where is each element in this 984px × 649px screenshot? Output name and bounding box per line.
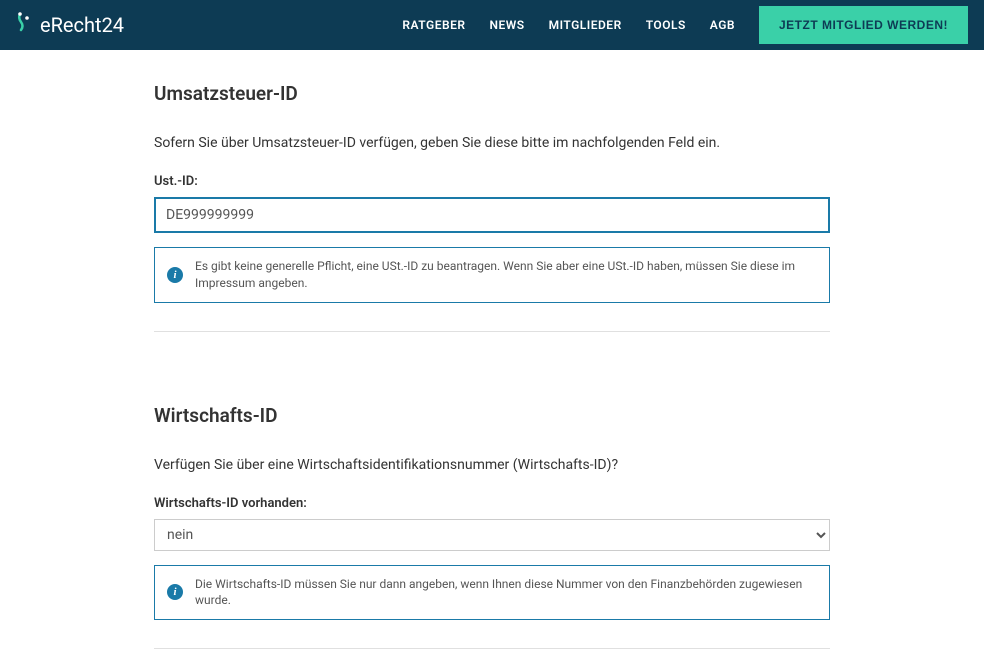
navbar: eRecht24 RATGEBER NEWS MITGLIEDER TOOLS … <box>0 0 984 50</box>
section-desc-wirtschafts: Verfügen Sie über eine Wirtschaftsidenti… <box>154 455 830 476</box>
ust-id-input[interactable] <box>154 197 830 233</box>
section-title-wirtschafts: Wirtschafts-ID <box>154 404 830 427</box>
spacer <box>154 332 830 372</box>
nav-tools[interactable]: TOOLS <box>646 18 686 32</box>
info-text-umsatzsteuer: Es gibt keine generelle Pflicht, eine US… <box>195 258 817 292</box>
wirtschafts-id-select[interactable]: nein <box>154 519 830 551</box>
nav-news[interactable]: NEWS <box>489 18 524 32</box>
info-text-wirtschafts: Die Wirtschafts-ID müssen Sie nur dann a… <box>195 576 817 610</box>
info-icon: i <box>167 584 183 600</box>
section-desc-umsatzsteuer: Sofern Sie über Umsatzsteuer-ID verfügen… <box>154 133 830 154</box>
info-box-wirtschafts: i Die Wirtschafts-ID müssen Sie nur dann… <box>154 565 830 621</box>
cta-button[interactable]: JETZT MITGLIED WERDEN! <box>759 6 968 44</box>
logo-text: eRecht24 <box>40 13 124 37</box>
nav-agb[interactable]: AGB <box>710 18 735 32</box>
nav-ratgeber[interactable]: RATGEBER <box>402 18 465 32</box>
ust-id-label: Ust.-ID: <box>154 174 830 189</box>
section-umsatzsteuer: Umsatzsteuer-ID Sofern Sie über Umsatzst… <box>154 50 830 332</box>
info-box-umsatzsteuer: i Es gibt keine generelle Pflicht, eine … <box>154 247 830 303</box>
nav-mitglieder[interactable]: MITGLIEDER <box>549 18 622 32</box>
wirtschafts-id-label: Wirtschafts-ID vorhanden: <box>154 496 830 511</box>
logo-icon <box>16 12 36 39</box>
content-area: Umsatzsteuer-ID Sofern Sie über Umsatzst… <box>142 50 842 649</box>
section-title-umsatzsteuer: Umsatzsteuer-ID <box>154 82 830 105</box>
nav-items: RATGEBER NEWS MITGLIEDER TOOLS AGB JETZT… <box>402 6 968 44</box>
info-icon: i <box>167 267 183 283</box>
section-wirtschafts: Wirtschafts-ID Verfügen Sie über eine Wi… <box>154 372 830 649</box>
logo-link[interactable]: eRecht24 <box>16 12 124 39</box>
